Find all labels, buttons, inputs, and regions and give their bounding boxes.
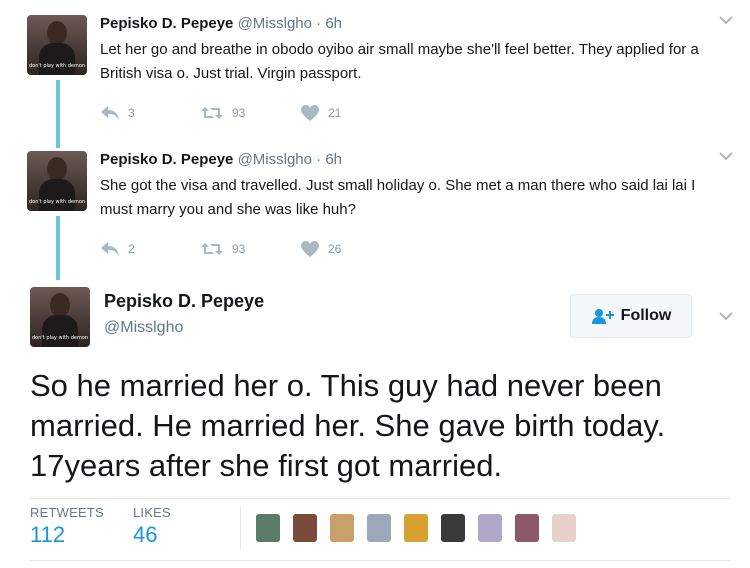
retweets-label: RETWEETS xyxy=(30,505,104,520)
like-button[interactable]: 21 xyxy=(300,104,400,122)
like-count: 26 xyxy=(328,242,342,256)
tweet-timestamp[interactable]: 6h xyxy=(325,15,342,32)
heart-icon xyxy=(301,241,319,257)
retweet-icon xyxy=(201,243,223,255)
tweet-timestamp[interactable]: 6h xyxy=(325,151,342,168)
retweet-icon xyxy=(201,107,223,119)
avatar-head xyxy=(47,157,67,181)
follow-button[interactable]: Follow xyxy=(570,294,692,338)
liker-avatar[interactable] xyxy=(515,514,539,542)
reply-count: 2 xyxy=(128,242,135,256)
tweet-author-handle[interactable]: @Misslgho xyxy=(238,15,312,32)
divider xyxy=(240,506,241,550)
liker-avatar[interactable] xyxy=(293,514,317,542)
separator-dot: · xyxy=(316,151,322,168)
chevron-down-icon[interactable] xyxy=(718,308,734,326)
reply-button[interactable]: 2 xyxy=(100,241,200,257)
avatar[interactable]: don't play with demons xyxy=(30,287,90,347)
follow-button-label: Follow xyxy=(620,307,672,324)
liker-avatar[interactable] xyxy=(367,514,391,542)
avatar-caption: don't play with demons xyxy=(29,199,85,205)
avatar-body xyxy=(39,43,75,75)
tweet[interactable]: don't play with demons Pepisko D. Pepeye… xyxy=(0,0,750,136)
reply-icon xyxy=(101,106,119,120)
separator-dot: · xyxy=(316,15,322,32)
liker-avatar[interactable] xyxy=(552,514,576,542)
avatar[interactable]: don't play with demons xyxy=(27,15,87,75)
chevron-down-icon[interactable] xyxy=(718,148,734,166)
retweets-value: 112 xyxy=(30,522,66,547)
heart-icon xyxy=(301,105,319,121)
retweet-button[interactable]: 93 xyxy=(200,105,300,121)
main-tweet-author-name[interactable]: Pepisko D. Pepeye xyxy=(104,291,264,312)
main-tweet-text: So he married her o. This guy had never … xyxy=(30,368,666,483)
divider xyxy=(30,498,730,499)
avatar-caption: don't play with demons xyxy=(29,63,85,69)
like-button[interactable]: 26 xyxy=(300,240,400,258)
retweet-button[interactable]: 93 xyxy=(200,241,300,257)
likes-stat[interactable]: LIKES 46 xyxy=(133,505,171,548)
avatar-body xyxy=(42,315,78,347)
tweet[interactable]: don't play with demons Pepisko D. Pepeye… xyxy=(0,136,750,276)
follow-person-plus-icon xyxy=(591,309,614,324)
reply-button[interactable]: 3 xyxy=(100,105,200,121)
reply-icon xyxy=(101,242,119,256)
avatar-head xyxy=(47,21,67,45)
liker-avatar[interactable] xyxy=(441,514,465,542)
retweet-count: 93 xyxy=(232,106,246,120)
retweet-count: 93 xyxy=(232,242,246,256)
liker-avatar[interactable] xyxy=(478,514,502,542)
avatar-body xyxy=(39,179,75,211)
reply-count: 3 xyxy=(128,106,135,120)
like-count: 21 xyxy=(328,106,342,120)
tweet-text: She got the visa and travelled. Just sma… xyxy=(100,177,696,218)
tweet-author-handle[interactable]: @Misslgho xyxy=(238,151,312,168)
liker-avatar[interactable] xyxy=(256,514,280,542)
tweet-author-name[interactable]: Pepisko D. Pepeye xyxy=(100,15,233,32)
main-tweet-author-handle[interactable]: @Misslgho xyxy=(104,319,183,337)
liker-avatars xyxy=(256,514,589,542)
divider xyxy=(30,560,730,561)
chevron-down-icon[interactable] xyxy=(718,12,734,30)
tweet-text: Let her go and breathe in obodo oyibo ai… xyxy=(100,41,699,82)
avatar-head xyxy=(50,293,70,317)
liker-avatar[interactable] xyxy=(330,514,354,542)
avatar[interactable]: don't play with demons xyxy=(27,151,87,211)
tweet-author-name[interactable]: Pepisko D. Pepeye xyxy=(100,151,233,168)
retweets-stat[interactable]: RETWEETS 112 xyxy=(30,505,104,548)
likes-value: 46 xyxy=(133,522,158,547)
likes-label: LIKES xyxy=(133,505,171,520)
avatar-caption: don't play with demons xyxy=(32,335,88,341)
liker-avatar[interactable] xyxy=(404,514,428,542)
